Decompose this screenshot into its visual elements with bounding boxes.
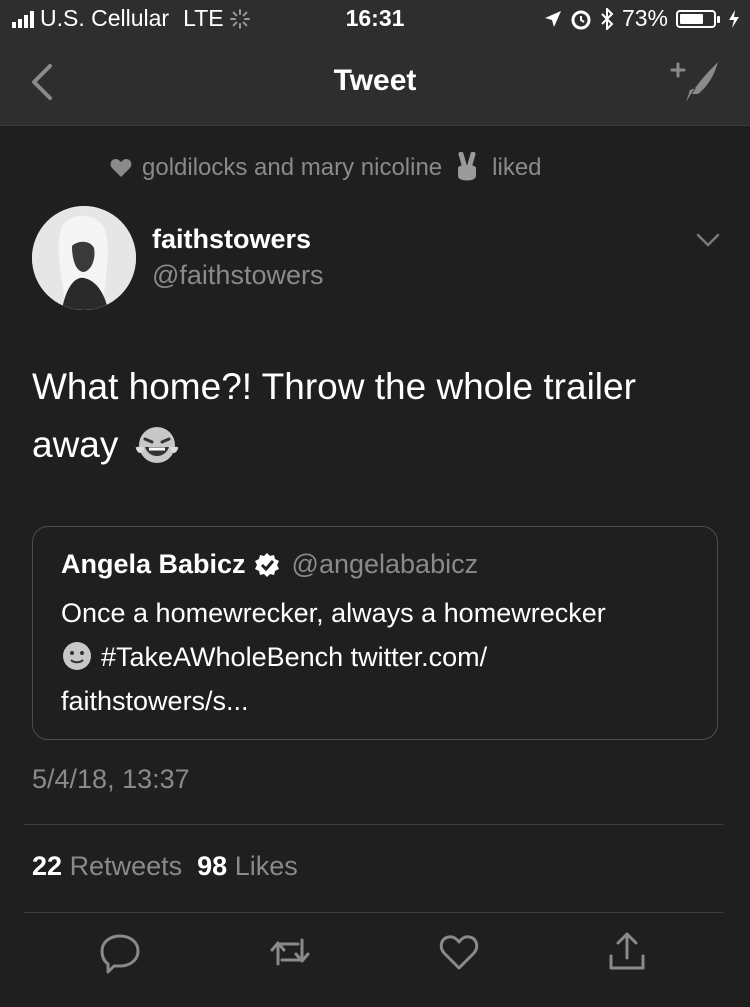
status-right: 73% xyxy=(544,5,740,32)
battery-icon xyxy=(676,9,720,28)
chevron-down-icon[interactable] xyxy=(694,230,722,250)
like-icon[interactable] xyxy=(437,930,481,974)
location-arrow-icon xyxy=(544,10,561,27)
retweets-label: Retweets xyxy=(69,851,183,881)
peace-sign-emoji xyxy=(458,152,477,181)
alarm-clock-icon xyxy=(571,10,591,29)
tweet-stats: 22 Retweets 98 Likes xyxy=(32,851,298,882)
social-context: goldilocks and mary nicoline liked xyxy=(110,152,542,184)
quoted-line-1: Once a homewrecker, always a homewrecker xyxy=(61,598,606,628)
likes-count: 98 xyxy=(197,851,228,881)
retweets-count: 22 xyxy=(32,851,63,881)
battery-percent: 73% xyxy=(621,5,668,31)
author-handle[interactable]: @faithstowers xyxy=(152,260,323,291)
quoted-line-3[interactable]: faithstowers/s... xyxy=(61,679,701,723)
page-title: Tweet xyxy=(333,64,417,97)
tweet-timestamp: 5/4/18, 13:37 xyxy=(32,764,190,794)
retweets-stat[interactable]: 22 Retweets xyxy=(32,851,182,881)
divider xyxy=(24,824,724,825)
avatar-image xyxy=(32,206,136,310)
tweet-body: What home?! Throw the whole trailer away xyxy=(32,366,636,465)
slight-smile-emoji xyxy=(63,642,91,670)
quoted-author-name: Angela Babicz xyxy=(61,549,246,579)
avatar[interactable] xyxy=(32,206,136,310)
heart-icon xyxy=(110,159,132,177)
social-context-suffix: liked xyxy=(492,154,542,181)
quoted-author-handle: @angelababicz xyxy=(291,549,479,579)
charging-bolt-icon xyxy=(729,9,739,28)
navigation-bar: Tweet xyxy=(0,40,750,126)
reply-icon[interactable] xyxy=(98,930,142,974)
quoted-tweet-text: Once a homewrecker, always a homewrecker… xyxy=(61,591,701,723)
quoted-line-2-row: #TakeAWholeBench twitter.com/ xyxy=(61,635,701,679)
author-display-name[interactable]: faithstowers xyxy=(152,224,311,255)
tweet-action-bar xyxy=(0,930,750,980)
likes-stat[interactable]: 98 Likes xyxy=(197,851,298,881)
retweet-icon[interactable] xyxy=(268,930,312,974)
divider xyxy=(24,912,724,913)
quoted-tweet-card[interactable]: Angela Babicz @angelababicz Once a homew… xyxy=(32,526,718,740)
status-bar: U.S. Cellular LTE 16:31 73% xyxy=(0,0,750,40)
share-icon[interactable] xyxy=(605,930,649,974)
bluetooth-icon xyxy=(601,7,614,30)
compose-tweet-icon[interactable] xyxy=(668,56,722,106)
tweet-text: What home?! Throw the whole trailer away xyxy=(32,358,722,474)
likes-label: Likes xyxy=(234,851,298,881)
laughing-emoji xyxy=(135,427,179,463)
verified-badge-icon xyxy=(254,552,279,577)
social-context-names[interactable]: goldilocks and mary nicoline xyxy=(142,154,442,182)
quoted-tweet-header: Angela Babicz @angelababicz xyxy=(61,549,478,580)
quoted-line-2[interactable]: #TakeAWholeBench twitter.com/ xyxy=(101,642,487,672)
